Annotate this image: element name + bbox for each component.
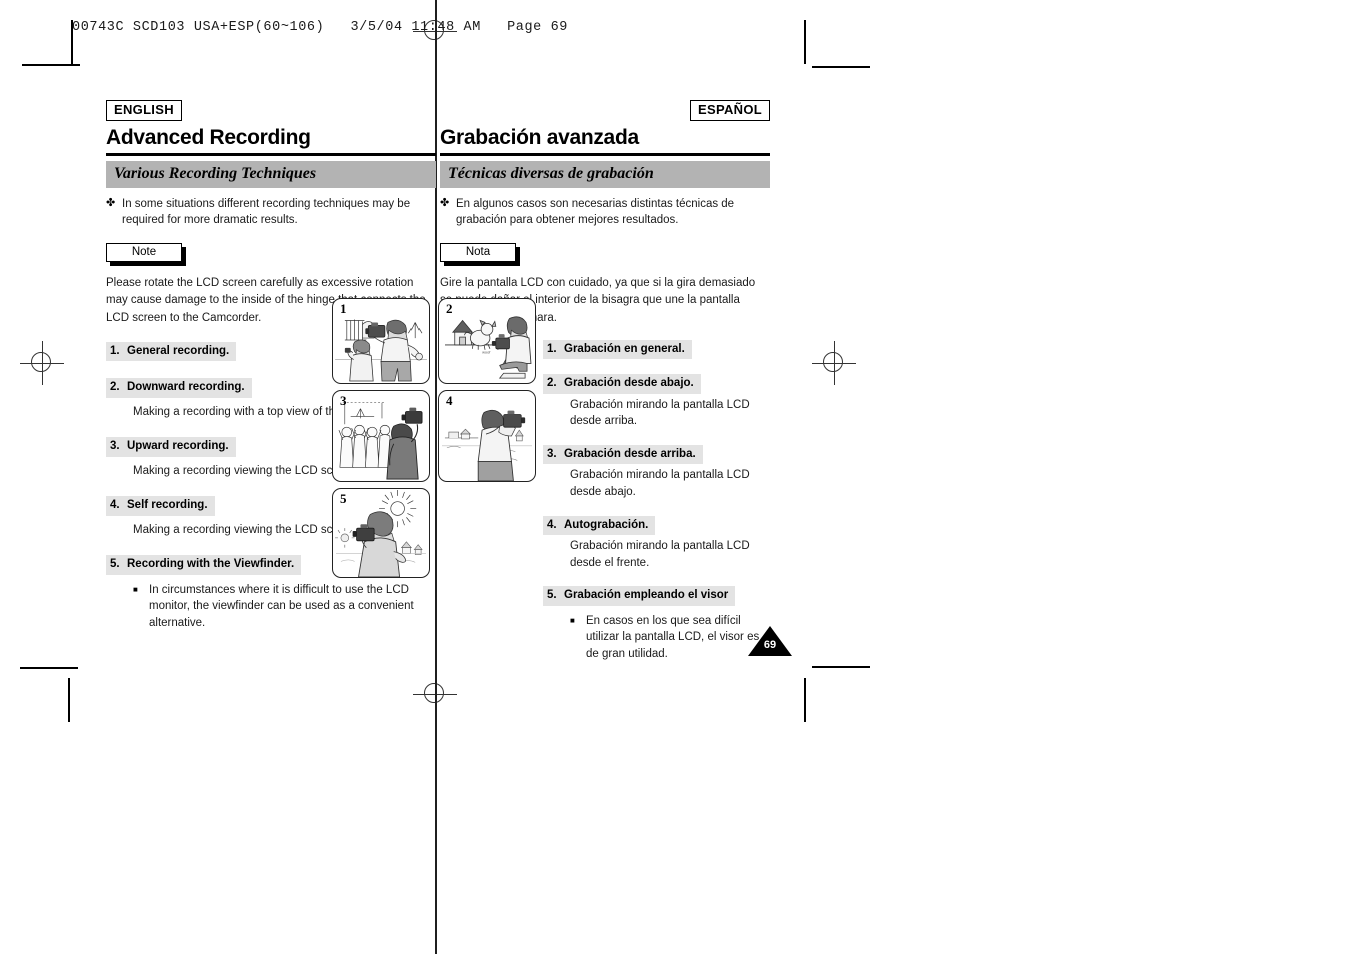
spanish-item-2-heading: 2. Grabación desde abajo. — [543, 374, 701, 394]
spanish-item-2-body: Grabación mirando la pantalla LCD desde … — [570, 398, 750, 428]
item-title: Downward recording. — [127, 381, 245, 394]
english-lang-tag-row: ENGLISH — [106, 100, 436, 121]
figure-self-recording: 4 — [438, 390, 536, 482]
list-item: 2. Grabación desde abajo. Grabación miran… — [543, 373, 770, 430]
registration-mark-left — [20, 341, 64, 385]
item-index: 3. — [110, 440, 120, 453]
item-title: Grabación desde arriba. — [564, 447, 696, 460]
spanish-item-1-heading: 1. Grabación en general. — [543, 339, 692, 360]
english-item-5-heading: 5. Recording with the Viewfinder. — [106, 555, 302, 575]
english-item-5-subbullet: ■ In circumstances where it is difficult… — [106, 582, 436, 632]
item-title: Grabación empleando el visor — [564, 589, 729, 602]
page-number-badge: 69 — [748, 626, 792, 656]
spanish-lang-tag: ESPAÑOL — [690, 100, 770, 121]
item-title: Self recording. — [127, 499, 208, 512]
english-title-rule — [106, 153, 436, 157]
item-index: 3. — [547, 447, 557, 460]
english-item-2-heading: 2. Downward recording. — [106, 378, 252, 398]
english-intro-text: In some situations different recording t… — [122, 197, 411, 227]
svg-text:woof: woof — [482, 350, 491, 355]
figure-downward-recording: 2 woof — [438, 298, 536, 384]
item-index: 2. — [110, 381, 120, 394]
figure-number: 3 — [340, 393, 347, 408]
spanish-item-3-heading: 3. Grabación desde arriba. — [543, 444, 703, 465]
figure-general-recording: 1 — [332, 298, 430, 384]
spanish-note-label-box: Nota — [440, 243, 520, 267]
figure-number: 5 — [340, 491, 347, 506]
english-note-label-box: Note — [106, 243, 186, 267]
spanish-item-5-subbullet: ■ En casos en los que sea difícil utiliz… — [543, 613, 770, 663]
spanish-item-3-body: Grabación mirando la pantalla LCD desde … — [570, 469, 750, 498]
registration-mark-right — [812, 341, 856, 385]
spanish-intro-bullet: ✤ En algunos casos son necesarias distin… — [440, 196, 770, 229]
spanish-chapter-title: Grabación avanzada — [440, 126, 639, 149]
spanish-title-rule — [440, 153, 770, 157]
english-item-5-subbullet-text: In circumstances where it is difficult t… — [149, 583, 414, 630]
item-index: 4. — [110, 499, 120, 512]
figure-number: 2 — [446, 301, 453, 316]
clover-bullet-icon: ✤ — [440, 196, 450, 209]
spanish-item-4-heading: 4. Autograbación. — [543, 515, 656, 536]
spanish-item-5-heading: 5. Grabación empleando el visor — [543, 586, 736, 606]
square-bullet-icon: ■ — [570, 615, 575, 625]
english-item-1-heading: 1. General recording. — [106, 341, 237, 362]
manual-page: 00743C SCD103 USA+ESP(60~106) 3/5/04 11:… — [0, 0, 1351, 954]
spanish-section-banner: Técnicas diversas de grabación — [440, 161, 770, 188]
item-title: Grabación en general. — [564, 342, 685, 355]
spanish-item-5-subbullet-text: En casos en los que sea difícil utilizar… — [586, 614, 760, 661]
item-index: 5. — [110, 558, 120, 571]
english-item-4-heading: 4. Self recording. — [106, 496, 215, 516]
figure-viewfinder-recording: 5 — [332, 488, 430, 578]
english-chapter-title: Advanced Recording — [106, 126, 311, 149]
figure-number: 1 — [340, 301, 347, 316]
english-section-banner: Various Recording Techniques — [106, 161, 436, 188]
spanish-intro-text: En algunos casos son necesarias distinta… — [456, 197, 735, 227]
figure-number: 4 — [446, 393, 453, 408]
item-title: Upward recording. — [127, 440, 229, 453]
square-bullet-icon: ■ — [133, 584, 138, 594]
item-index: 1. — [547, 342, 557, 355]
page-number-text: 69 — [763, 639, 777, 651]
item-title: Grabación desde abajo. — [564, 377, 694, 390]
english-lang-tag: ENGLISH — [106, 100, 182, 121]
figure-upward-recording: 3 — [332, 390, 430, 482]
illustration-grid: 1 2 woof 3 4 5 — [332, 298, 536, 578]
item-index: 5. — [547, 589, 557, 602]
list-item: 5. Grabación empleando el visor ■ En caso… — [543, 585, 770, 662]
item-title: General recording. — [127, 344, 230, 357]
spanish-lang-tag-row: ESPAÑOL — [440, 100, 770, 121]
item-index: 1. — [110, 344, 120, 357]
item-title: Recording with the Viewfinder. — [127, 558, 295, 571]
english-note-label: Note — [106, 243, 182, 263]
list-item: 3. Grabación desde arriba. Grabación mira… — [543, 444, 770, 501]
printer-slug-line: 00743C SCD103 USA+ESP(60~106) 3/5/04 11:… — [72, 20, 568, 35]
clover-bullet-icon: ✤ — [106, 196, 116, 209]
spanish-note-label: Nota — [440, 243, 516, 263]
item-title: Autograbación. — [564, 518, 649, 531]
spanish-item-4-body: Grabación mirando la pantalla LCD desde … — [570, 540, 750, 569]
list-item: 4. Autograbación. Grabación mirando la pa… — [543, 515, 770, 572]
english-item-3-heading: 3. Upward recording. — [106, 437, 236, 457]
item-index: 4. — [547, 518, 557, 531]
list-item: 1. Grabación en general. — [543, 339, 770, 360]
english-intro-bullet: ✤ In some situations different recording… — [106, 196, 436, 229]
item-index: 2. — [547, 377, 557, 390]
